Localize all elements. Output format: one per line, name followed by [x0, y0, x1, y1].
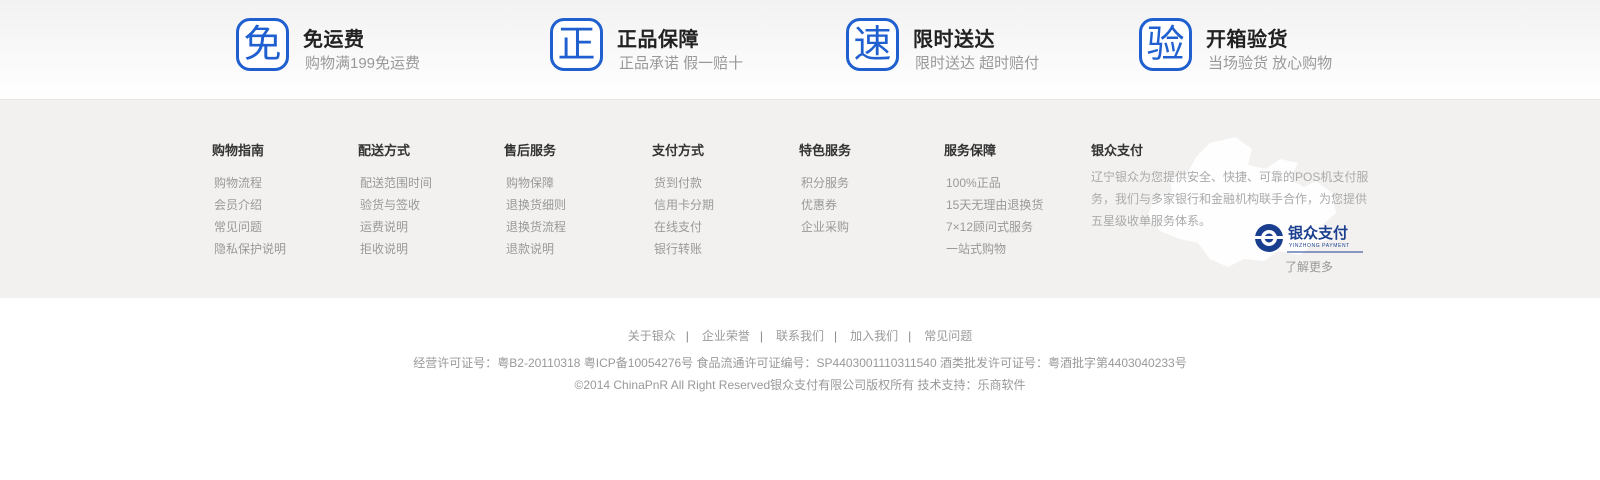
column-title: 银众支付 — [1091, 143, 1144, 158]
footer-column-service-guarantee: 服务保障 100%正品 15天无理由退换货 7×12顾问式服务 一站式购物 — [944, 140, 1043, 260]
free-shipping-icon: 免 — [236, 18, 289, 71]
column-title: 特色服务 — [799, 143, 852, 158]
learn-more-link[interactable]: 了解更多 — [1285, 258, 1333, 275]
logo-subtext: YINZHONG PAYMENT — [1289, 243, 1350, 249]
footer-link[interactable]: 购物流程 — [214, 172, 286, 194]
promise-title: 正品保障 — [617, 29, 699, 51]
yinzhong-logo[interactable]: 银众支付 YINZHONG PAYMENT — [1253, 222, 1365, 261]
promise-subtitle: 当场验货 放心购物 — [1208, 55, 1333, 72]
promise-subtitle: 限时送达 超时赔付 — [915, 55, 1040, 72]
footer-column-shopping-guide: 购物指南 购物流程 会员介绍 常见问题 隐私保护说明 — [212, 140, 286, 260]
footer-link[interactable]: 100%正品 — [946, 172, 1043, 194]
genuine-icon: 正 — [550, 18, 603, 71]
footer-link-section: 购物指南 购物流程 会员介绍 常见问题 隐私保护说明 配送方式 配送范围时间 验… — [0, 100, 1600, 298]
footer-column-payment: 支付方式 货到付款 信用卡分期 在线支付 银行转账 — [652, 140, 714, 260]
footer-link[interactable]: 拒收说明 — [360, 238, 432, 260]
logo-text: 银众支付 — [1288, 224, 1349, 242]
footer-column-after-sales: 售后服务 购物保障 退换货细则 退换货流程 退款说明 — [504, 140, 566, 260]
footer-link[interactable]: 隐私保护说明 — [214, 238, 286, 260]
nav-about[interactable]: 关于银众 — [628, 329, 676, 343]
footer-link[interactable]: 购物保障 — [506, 172, 566, 194]
footer-link[interactable]: 信用卡分期 — [654, 194, 714, 216]
copyright: ©2014 ChinaPnR All Right Reserved银众支付有限公… — [574, 378, 1026, 392]
column-title: 售后服务 — [504, 143, 557, 158]
fast-delivery-icon: 速 — [846, 18, 899, 71]
footer-link[interactable]: 配送范围时间 — [360, 172, 432, 194]
footer-link[interactable]: 一站式购物 — [946, 238, 1043, 260]
footer-link[interactable]: 15天无理由退换货 — [946, 194, 1043, 216]
nav-separator: | — [759, 329, 763, 343]
column-title: 购物指南 — [212, 143, 265, 158]
footer-link[interactable]: 企业采购 — [801, 216, 851, 238]
footer-link[interactable]: 积分服务 — [801, 172, 851, 194]
promise-subtitle: 正品承诺 假一赔十 — [619, 55, 744, 72]
footer-link[interactable]: 常见问题 — [214, 216, 286, 238]
yinzhong-payment-block: 银众支付 辽宁银众为您提供安全、快捷、可靠的POS机支付服务，我们与多家银行和金… — [1091, 140, 1381, 280]
nav-separator: | — [834, 329, 838, 343]
nav-join[interactable]: 加入我们 — [850, 329, 898, 343]
nav-separator: | — [908, 329, 912, 343]
footer-link[interactable]: 退换货流程 — [506, 216, 566, 238]
bottom-nav: 关于银众 | 企业荣誉 | 联系我们 | 加入我们 | 常见问题 — [0, 327, 1600, 344]
nav-faq[interactable]: 常见问题 — [924, 329, 972, 343]
footer-link[interactable]: 7×12顾问式服务 — [946, 216, 1043, 238]
footer-column-delivery: 配送方式 配送范围时间 验货与签收 运费说明 拒收说明 — [358, 140, 432, 260]
promise-subtitle: 购物满199免运费 — [305, 55, 421, 72]
footer-link[interactable]: 运费说明 — [360, 216, 432, 238]
promise-title: 限时送达 — [913, 29, 995, 51]
column-title: 支付方式 — [652, 143, 705, 158]
promise-title: 免运费 — [303, 29, 365, 51]
footer-link[interactable]: 验货与签收 — [360, 194, 432, 216]
nav-honors[interactable]: 企业荣誉 — [702, 329, 750, 343]
inspect-icon: 验 — [1139, 18, 1192, 71]
footer-column-special-services: 特色服务 积分服务 优惠券 企业采购 — [799, 140, 851, 238]
license-info: 经营许可证号：粤B2-20110318 粤ICP备10054276号 食品流通许… — [413, 356, 1187, 370]
column-title: 配送方式 — [358, 143, 411, 158]
footer-link[interactable]: 优惠券 — [801, 194, 851, 216]
footer-link[interactable]: 会员介绍 — [214, 194, 286, 216]
footer-link[interactable]: 在线支付 — [654, 216, 714, 238]
footer-link[interactable]: 货到付款 — [654, 172, 714, 194]
service-promise-bar: 免 免运费 购物满199免运费 正 正品保障 正品承诺 假一赔十 速 限时送达 … — [0, 0, 1600, 100]
column-title: 服务保障 — [944, 143, 997, 158]
promise-title: 开箱验货 — [1206, 29, 1288, 51]
footer-link[interactable]: 退款说明 — [506, 238, 566, 260]
nav-contact[interactable]: 联系我们 — [776, 329, 824, 343]
footer-link[interactable]: 退换货细则 — [506, 194, 566, 216]
footer-link[interactable]: 银行转账 — [654, 238, 714, 260]
nav-separator: | — [685, 329, 689, 343]
